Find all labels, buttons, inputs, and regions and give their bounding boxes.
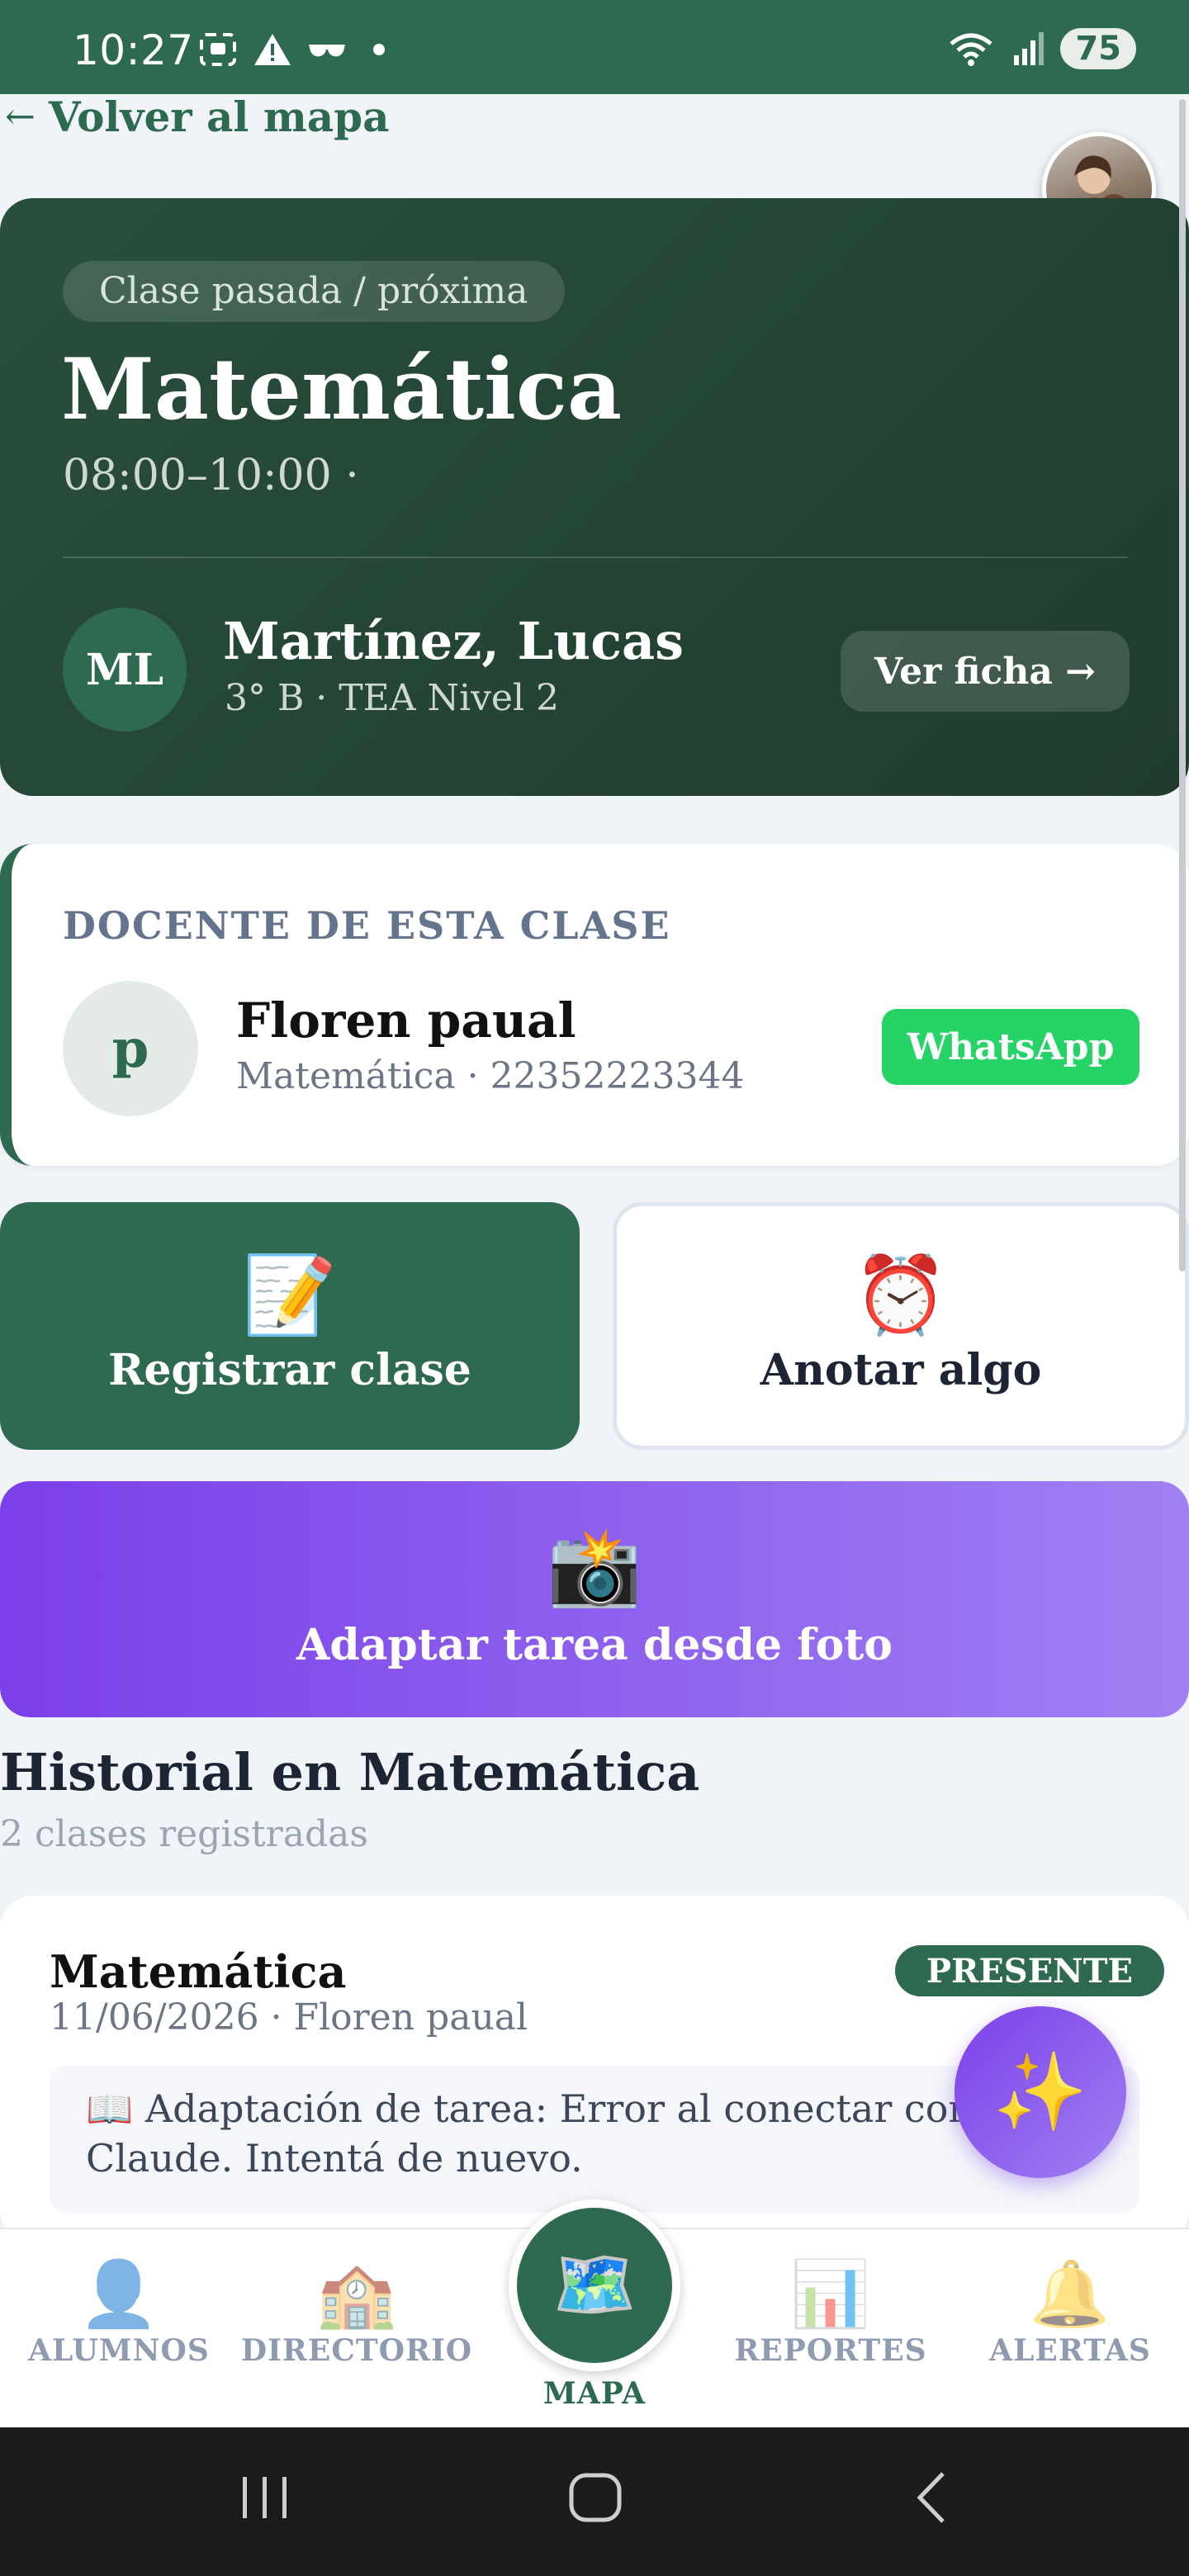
view-profile-button[interactable]: Ver ficha → xyxy=(841,631,1130,712)
dot-icon xyxy=(373,44,385,55)
back-arrow-icon: ← xyxy=(5,96,36,138)
recent-apps-icon[interactable] xyxy=(236,2469,294,2526)
school-icon: 🏫 xyxy=(315,2257,398,2332)
screenshot-icon xyxy=(200,33,236,66)
memo-icon: 📝 xyxy=(242,1250,338,1339)
attendance-status-badge: PRESENTE xyxy=(895,1945,1164,1996)
history-entry-meta: 11/06/2026 · Floren paual xyxy=(50,1996,528,2039)
class-status-badge: Clase pasada / próxima xyxy=(63,261,565,322)
bell-icon: 🔔 xyxy=(1029,2257,1111,2332)
class-title: Matemática xyxy=(61,340,623,439)
signal-icon xyxy=(1014,32,1045,65)
add-note-button[interactable]: ⏰ Anotar algo xyxy=(613,1202,1189,1450)
nav-label-alertas: ALERTAS xyxy=(989,2333,1151,2368)
student-avatar: ML xyxy=(63,608,187,732)
sparkles-icon: ✨ xyxy=(992,2048,1088,2136)
history-subtitle: 2 clases registradas xyxy=(0,1813,368,1855)
nav-item-directorio[interactable]: 🏫 DIRECTORIO xyxy=(241,2257,471,2368)
history-title: Historial en Matemática xyxy=(0,1742,700,1802)
back-icon[interactable] xyxy=(905,2469,963,2526)
wifi-icon xyxy=(950,33,992,66)
status-bar: 10:27 75 xyxy=(0,0,1189,94)
ai-assistant-fab[interactable]: ✨ xyxy=(955,2006,1126,2178)
glasses-icon xyxy=(309,45,345,57)
history-note-line-2: Claude. Intentá de nuevo. xyxy=(86,2136,583,2181)
whatsapp-button[interactable]: WhatsApp xyxy=(882,1009,1139,1085)
nav-label-alumnos: ALUMNOS xyxy=(28,2333,210,2368)
class-hero-card: Clase pasada / próxima Matemática 08:00–… xyxy=(0,198,1189,796)
history-note-line-1: 📖 Adaptación de tarea: Error al conectar… xyxy=(86,2086,973,2131)
add-note-label: Anotar algo xyxy=(760,1344,1042,1395)
register-class-button[interactable]: 📝 Registrar clase xyxy=(0,1202,580,1450)
camera-flash-icon: 📸 xyxy=(547,1522,642,1611)
map-icon: 🗺️ xyxy=(509,2200,680,2371)
nav-label-mapa: MAPA xyxy=(542,2376,647,2411)
teacher-card: DOCENTE DE ESTA CLASE p Floren paual Mat… xyxy=(0,844,1189,1166)
teacher-section-label: DOCENTE DE ESTA CLASE xyxy=(63,903,671,948)
class-time: 08:00–10:00 · xyxy=(63,451,359,500)
alarm-clock-icon: ⏰ xyxy=(853,1250,949,1339)
bottom-navigation: 👤 ALUMNOS 🏫 DIRECTORIO 🗺️ MAPA 📊 REPORTE… xyxy=(0,2200,1189,2429)
adapt-task-photo-label: Adaptar tarea desde foto xyxy=(296,1619,893,1670)
status-time: 10:27 xyxy=(73,26,194,74)
teacher-name: Floren paual xyxy=(236,992,576,1049)
nav-item-alertas[interactable]: 🔔 ALERTAS xyxy=(963,2262,1177,2368)
student-icon: 👤 xyxy=(78,2257,160,2332)
nav-label-directorio: DIRECTORIO xyxy=(240,2333,473,2368)
nav-label-reportes: REPORTES xyxy=(734,2333,927,2368)
student-meta: 3° B · TEA Nivel 2 xyxy=(225,677,560,719)
teacher-meta: Matemática · 22352223344 xyxy=(236,1055,745,1097)
hero-divider xyxy=(63,556,1128,558)
home-icon[interactable] xyxy=(566,2469,624,2526)
warning-icon xyxy=(254,34,291,65)
status-icons-right: 75 xyxy=(946,28,1136,69)
nav-item-alumnos[interactable]: 👤 ALUMNOS xyxy=(12,2262,226,2368)
history-entry-title: Matemática xyxy=(50,1945,347,1998)
nav-item-reportes[interactable]: 📊 REPORTES xyxy=(723,2262,938,2368)
register-class-label: Registrar clase xyxy=(108,1344,471,1395)
chart-icon: 📊 xyxy=(789,2257,872,2332)
back-to-map-link[interactable]: ← Volver al mapa xyxy=(5,92,390,141)
status-icons-left xyxy=(198,31,385,68)
scrollbar[interactable] xyxy=(1179,99,1186,1271)
adapt-task-photo-button[interactable]: 📸 Adaptar tarea desde foto xyxy=(0,1481,1189,1717)
teacher-avatar: p xyxy=(63,981,198,1116)
system-navigation-bar xyxy=(0,2427,1189,2576)
back-link-label: Volver al mapa xyxy=(48,92,390,141)
nav-item-mapa[interactable]: 🗺️ MAPA xyxy=(509,2200,680,2411)
student-name: Martínez, Lucas xyxy=(223,611,685,671)
battery-indicator: 75 xyxy=(1060,28,1136,69)
